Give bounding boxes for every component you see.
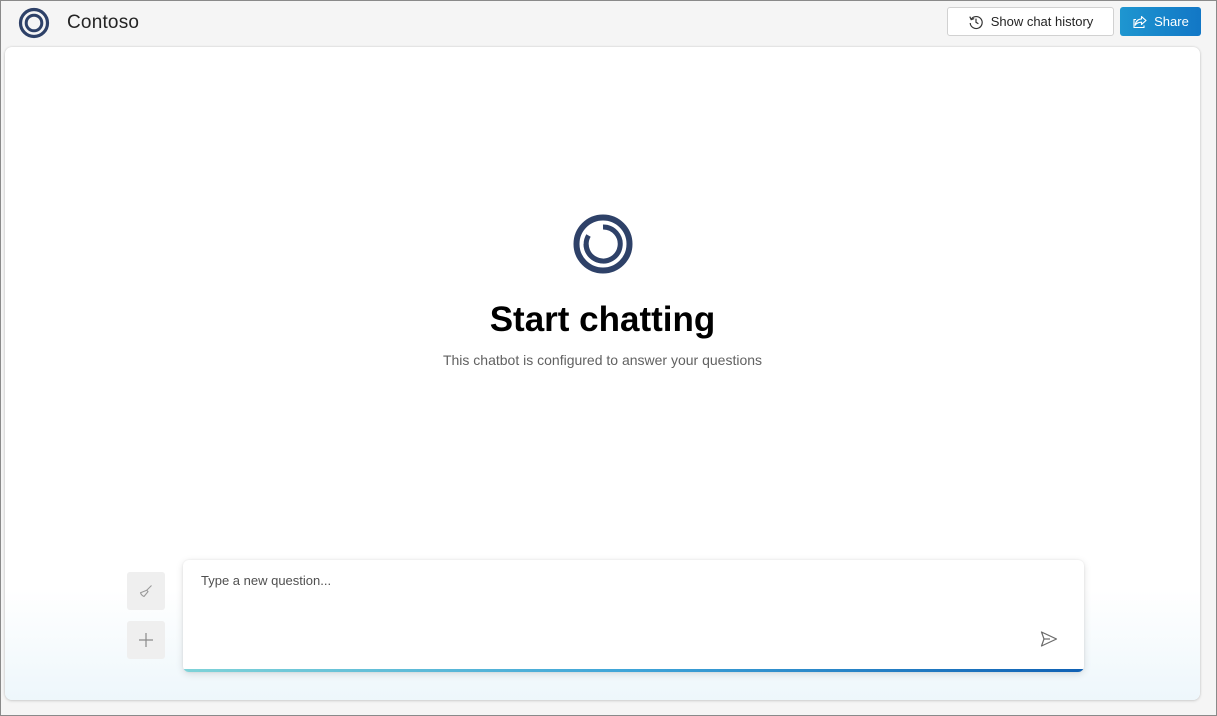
clear-chat-button[interactable]: [127, 572, 165, 610]
show-chat-history-label: Show chat history: [990, 14, 1094, 29]
app-window: Contoso Show chat history Share Start ch…: [0, 0, 1217, 716]
question-input-box: [183, 560, 1084, 672]
new-chat-button[interactable]: [127, 621, 165, 659]
show-chat-history-button[interactable]: Show chat history: [947, 7, 1114, 36]
share-icon: [1132, 14, 1148, 30]
contoso-logo-icon: [18, 7, 50, 39]
header-bar: Contoso Show chat history Share: [1, 1, 1216, 45]
history-icon: [968, 14, 984, 30]
start-chatting-title: Start chatting: [489, 300, 716, 339]
app-title: Contoso: [67, 12, 140, 33]
chatbot-subtitle: This chatbot is configured to answer you…: [442, 352, 763, 368]
share-label: Share: [1154, 14, 1189, 29]
question-input[interactable]: [201, 573, 1021, 613]
input-accent-bar: [183, 669, 1084, 672]
share-button[interactable]: Share: [1120, 7, 1201, 36]
contoso-hero-logo-icon: [573, 214, 633, 274]
broom-icon: [139, 585, 152, 598]
send-icon: [1040, 631, 1058, 647]
plus-icon: [139, 633, 153, 647]
chat-panel: Start chatting This chatbot is configure…: [5, 47, 1200, 700]
send-button[interactable]: [1036, 626, 1062, 652]
